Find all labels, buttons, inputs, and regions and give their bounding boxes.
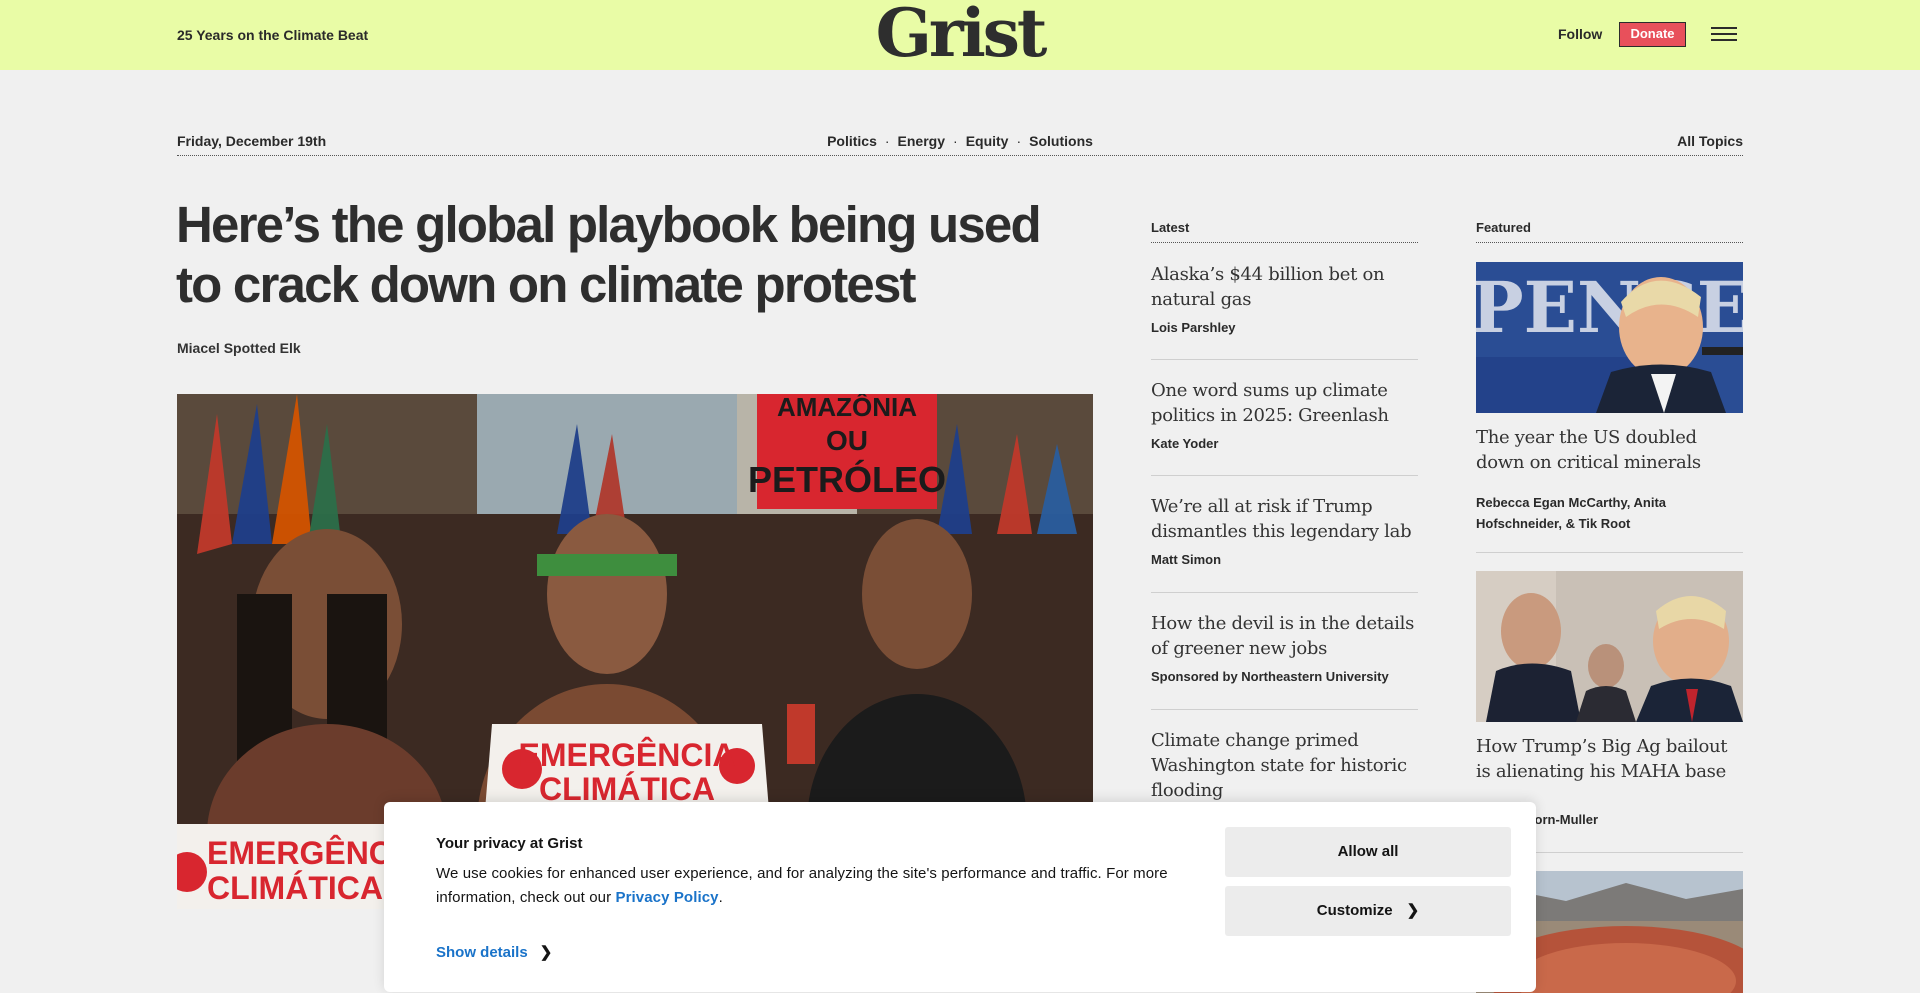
site-header: 25 Years on the Climate Beat Grist Follo… [0,0,1920,70]
sign-text-ou: OU [826,425,868,456]
donate-button[interactable]: Donate [1619,22,1686,47]
backdrop-text: PENCE [1476,266,1743,349]
latest-item-author[interactable]: Matt Simon [1151,552,1418,567]
latest-item-title[interactable]: We’re all at risk if Trump dismantles th… [1151,494,1418,544]
allow-all-button[interactable]: Allow all [1225,827,1511,877]
cookie-banner-title: Your privacy at Grist [436,835,583,852]
latest-item-title[interactable]: Alaska’s $44 billion bet on natural gas [1151,262,1418,312]
latest-item: Climate change primed Washington state f… [1151,728,1418,803]
featured-item-title[interactable]: The year the US doubled down on critical… [1476,425,1743,475]
featured-separator [1476,552,1743,553]
latest-item-title[interactable]: How the devil is in the details of green… [1151,611,1418,661]
follow-link[interactable]: Follow [1558,26,1602,42]
main-story-headline[interactable]: Here’s the global playbook being used to… [176,195,1096,315]
all-topics-link[interactable]: All Topics [1677,133,1743,149]
featured-image-rfk-trump[interactable] [1476,571,1743,722]
topic-link-solutions[interactable]: Solutions [1029,133,1093,149]
topic-link-politics[interactable]: Politics [827,133,877,149]
sign-text-amazonia: AMAZÔNIA [777,394,917,422]
customize-button[interactable]: Customize ❯ [1225,886,1511,936]
cookie-consent-banner: Your privacy at Grist We use cookies for… [384,802,1536,992]
latest-item: One word sums up climate politics in 202… [1151,378,1418,451]
latest-item-author[interactable]: Lois Parshley [1151,320,1418,335]
customize-label: Customize [1316,902,1393,919]
latest-separator [1151,475,1418,476]
latest-item: We’re all at risk if Trump dismantles th… [1151,494,1418,567]
banner-text-emergencia: EMERGÊNCIA [519,737,736,773]
featured-heading: Featured [1476,220,1531,235]
nav-divider [177,155,1743,156]
topic-nav: Politics · Energy · Equity · Solutions [0,133,1920,149]
main-story-author[interactable]: Miacel Spotted Elk [177,340,301,356]
sponsored-label[interactable]: Sponsored by Northeastern University [1151,669,1418,684]
featured-item-title[interactable]: How Trump’s Big Ag bailout is alienating… [1476,734,1743,784]
cookie-banner-text: We use cookies for enhanced user experie… [436,862,1196,910]
chevron-right-icon: ❯ [1406,902,1420,919]
topic-link-equity[interactable]: Equity [966,133,1009,149]
show-details-label: Show details [436,944,528,961]
hamburger-menu-icon[interactable] [1711,27,1737,41]
latest-heading: Latest [1151,220,1190,235]
featured-item-authors[interactable]: Rebecca Egan McCarthy, Anita Hofschneide… [1476,492,1743,534]
latest-separator [1151,592,1418,593]
latest-divider [1151,242,1418,243]
chevron-right-icon: ❯ [539,944,553,961]
latest-item: Alaska’s $44 billion bet on natural gas … [1151,262,1418,335]
featured-image-trump-podium[interactable]: PENCE [1476,262,1743,413]
latest-item-author[interactable]: Kate Yoder [1151,436,1418,451]
latest-separator [1151,709,1418,710]
latest-item-title[interactable]: Climate change primed Washington state f… [1151,728,1418,803]
cookie-banner-body: We use cookies for enhanced user experie… [436,865,1168,906]
latest-item-title[interactable]: One word sums up climate politics in 202… [1151,378,1418,428]
latest-separator [1151,359,1418,360]
nav-separator: · [884,133,890,149]
nav-separator: · [1016,133,1022,149]
show-details-link[interactable]: Show details ❯ [436,943,552,961]
left-banner-text-climatica: CLIMÁTICA [207,870,383,906]
privacy-policy-link[interactable]: Privacy Policy [615,889,718,906]
cookie-banner-period: . [718,889,723,906]
sign-text-petroleo: PETRÓLEO [748,458,946,500]
featured-divider [1476,242,1743,243]
latest-item: How the devil is in the details of green… [1151,611,1418,684]
nav-separator: · [953,133,958,149]
topic-link-energy[interactable]: Energy [898,133,945,149]
